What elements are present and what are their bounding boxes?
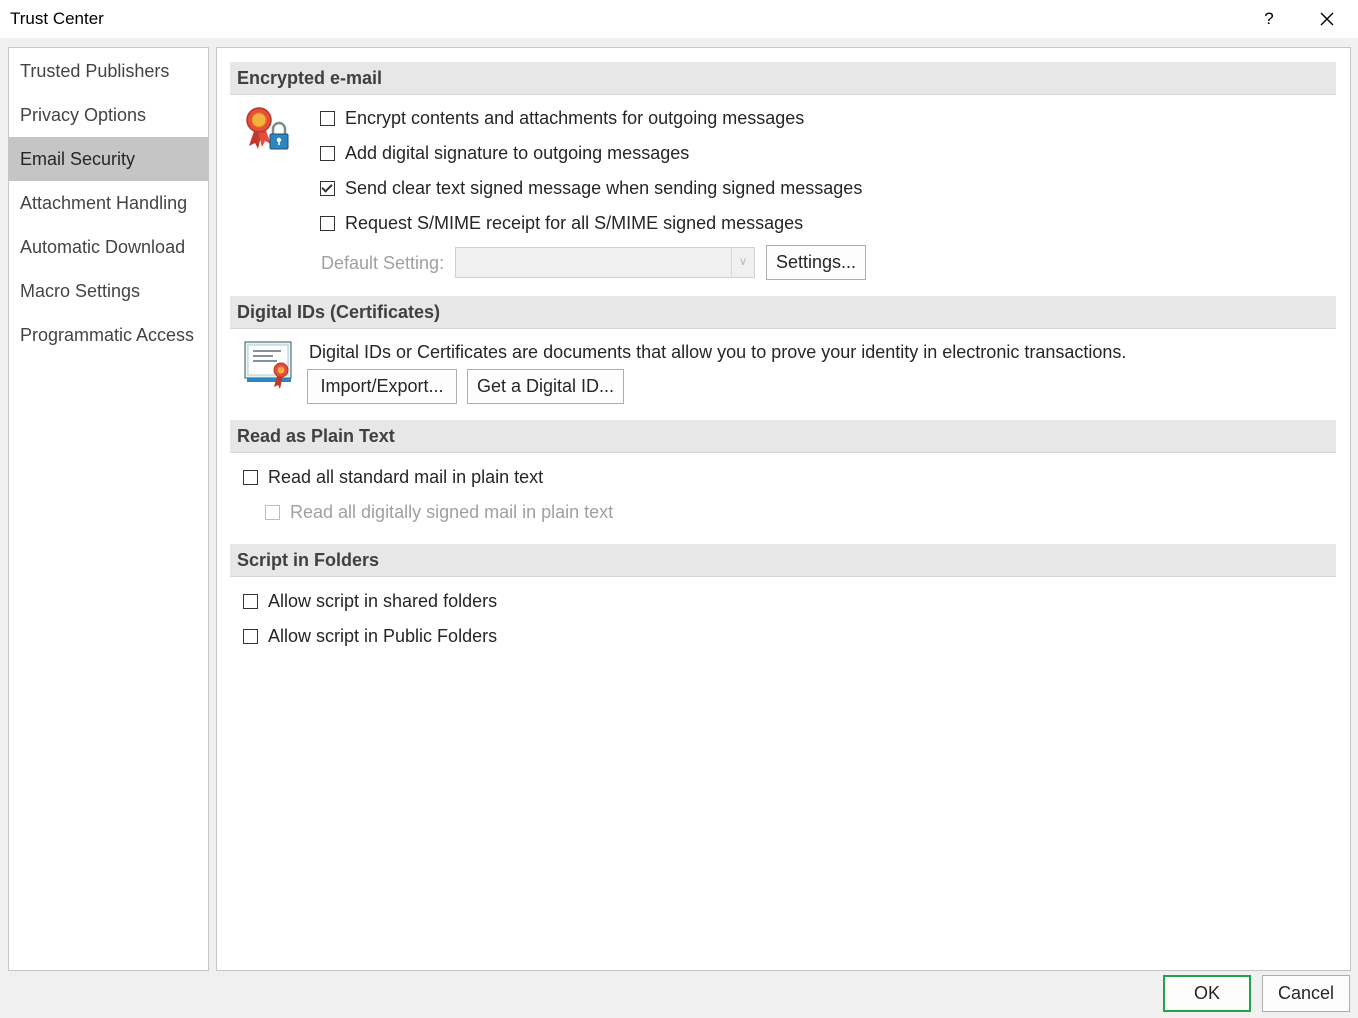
import-export-button[interactable]: Import/Export... bbox=[307, 369, 457, 404]
help-button[interactable]: ? bbox=[1252, 4, 1286, 34]
read-all-plain-text-checkbox[interactable]: Read all standard mail in plain text bbox=[243, 464, 543, 490]
default-setting-label: Default Setting: bbox=[321, 253, 445, 273]
sidebar-item-macro-settings[interactable]: Macro Settings bbox=[9, 269, 208, 313]
sidebar-item-privacy-options[interactable]: Privacy Options bbox=[9, 93, 208, 137]
checkbox-box[interactable] bbox=[243, 469, 258, 485]
digital-ids-description: Digital IDs or Certificates are document… bbox=[309, 342, 1127, 362]
section-header-encrypted-email: Encrypted e-mail bbox=[230, 62, 1336, 95]
checkbox-checked-icon[interactable] bbox=[320, 180, 335, 196]
allow-script-public-folders-checkbox[interactable]: Allow script in Public Folders bbox=[243, 623, 497, 649]
sidebar-item-automatic-download[interactable]: Automatic Download bbox=[9, 225, 208, 269]
checkbox-label: Read all digitally signed mail in plain … bbox=[290, 501, 614, 522]
checkbox-box[interactable] bbox=[243, 628, 258, 644]
section-header-script-in-folders: Script in Folders bbox=[230, 544, 1336, 577]
checkbox-label: Allow script in shared folders bbox=[268, 590, 498, 611]
settings-button[interactable]: Settings... bbox=[766, 245, 866, 280]
close-button[interactable] bbox=[1308, 4, 1346, 34]
checkbox-box[interactable] bbox=[320, 110, 335, 126]
checkbox-box[interactable] bbox=[243, 593, 258, 609]
certificate-lock-icon bbox=[246, 107, 289, 150]
encrypt-contents-checkbox[interactable]: Encrypt contents and attachments for out… bbox=[320, 105, 804, 131]
allow-script-shared-folders-checkbox[interactable]: Allow script in shared folders bbox=[243, 588, 497, 614]
sidebar-item-email-security[interactable]: Email Security bbox=[9, 137, 208, 181]
checkbox-box[interactable] bbox=[320, 215, 335, 231]
section-header-read-as-plain-text: Read as Plain Text bbox=[230, 420, 1336, 453]
sidebar-nav: Trusted Publishers Privacy Options Email… bbox=[8, 47, 209, 971]
title-bar bbox=[0, 0, 1358, 38]
read-signed-plain-text-checkbox: Read all digitally signed mail in plain … bbox=[265, 499, 613, 525]
sidebar-item-programmatic-access[interactable]: Programmatic Access bbox=[9, 313, 208, 357]
get-digital-id-button[interactable]: Get a Digital ID... bbox=[467, 369, 624, 404]
checkbox-label: Encrypt contents and attachments for out… bbox=[345, 107, 805, 128]
sidebar-item-attachment-handling[interactable]: Attachment Handling bbox=[9, 181, 208, 225]
checkbox-label: Read all standard mail in plain text bbox=[268, 466, 544, 487]
checkbox-box[interactable] bbox=[320, 145, 335, 161]
request-smime-receipt-checkbox[interactable]: Request S/MIME receipt for all S/MIME si… bbox=[320, 210, 803, 236]
cancel-button[interactable]: Cancel bbox=[1262, 975, 1350, 1012]
checkbox-box bbox=[265, 504, 280, 520]
default-setting-dropdown[interactable]: ∨ bbox=[455, 247, 755, 278]
window-title: Trust Center bbox=[10, 9, 104, 28]
checkbox-label: Request S/MIME receipt for all S/MIME si… bbox=[345, 212, 804, 233]
send-clear-text-checkbox[interactable]: Send clear text signed message when send… bbox=[320, 175, 862, 201]
ok-button[interactable]: OK bbox=[1163, 975, 1251, 1012]
section-header-digital-ids: Digital IDs (Certificates) bbox=[230, 296, 1336, 329]
sidebar-item-trusted-publishers[interactable]: Trusted Publishers bbox=[9, 49, 208, 93]
certificate-icon bbox=[244, 341, 292, 389]
dropdown-arrow-icon[interactable]: ∨ bbox=[731, 248, 754, 277]
checkbox-label: Send clear text signed message when send… bbox=[345, 177, 863, 198]
close-icon bbox=[1320, 12, 1334, 26]
checkbox-label: Add digital signature to outgoing messag… bbox=[345, 142, 690, 163]
checkbox-label: Allow script in Public Folders bbox=[268, 625, 498, 646]
add-digital-signature-checkbox[interactable]: Add digital signature to outgoing messag… bbox=[320, 140, 689, 166]
main-panel: Encrypted e-mail Encrypt contents and at… bbox=[216, 47, 1351, 971]
